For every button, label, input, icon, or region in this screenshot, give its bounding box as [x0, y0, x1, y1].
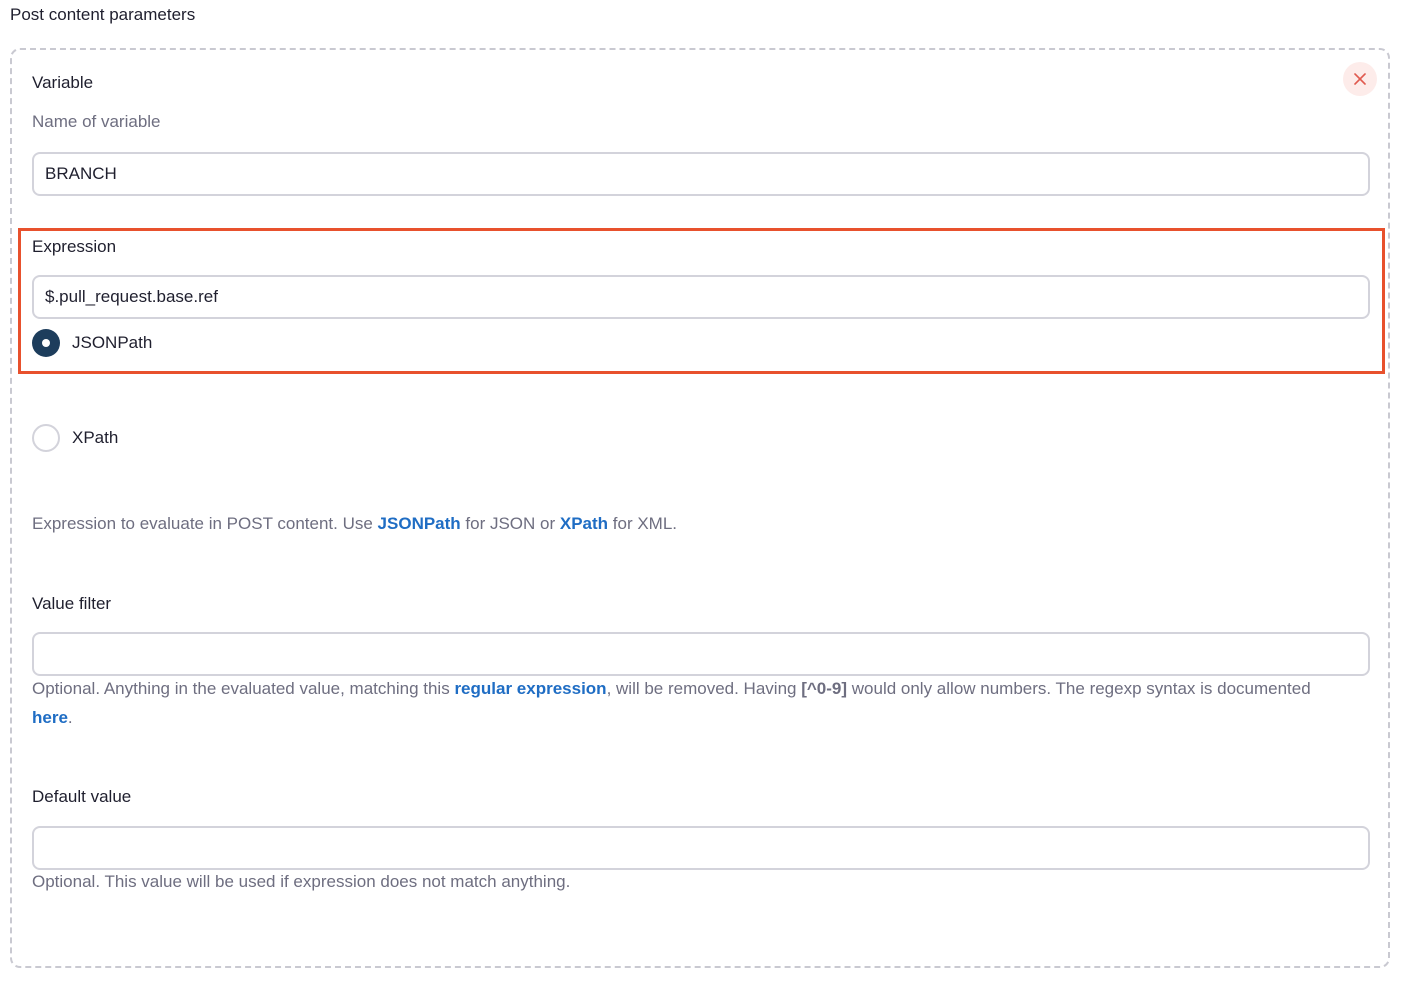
- jsonpath-link[interactable]: JSONPath: [378, 514, 461, 533]
- regexp-docs-link[interactable]: here: [32, 708, 68, 727]
- variable-label: Variable: [32, 73, 94, 92]
- regex-example: [^0-9]: [801, 679, 848, 698]
- expression-help-text-suffix: for XML.: [608, 514, 678, 533]
- xpath-link[interactable]: XPath: [560, 514, 608, 533]
- expression-help-text: Expression to evaluate in POST content. …: [32, 514, 378, 533]
- radio-xpath-label: XPath: [72, 428, 119, 447]
- radio-xpath[interactable]: XPath: [32, 424, 118, 452]
- expression-help: Expression to evaluate in POST content. …: [32, 514, 677, 534]
- value-filter-label: Value filter: [32, 594, 112, 613]
- delete-parameter-button[interactable]: [1343, 62, 1377, 96]
- value-filter-help-text-4: .: [67, 708, 73, 727]
- value-filter-input[interactable]: [32, 632, 1370, 676]
- close-icon: [1354, 73, 1366, 85]
- default-value-input[interactable]: [32, 826, 1370, 870]
- default-value-help: Optional. This value will be used if exp…: [32, 872, 571, 891]
- value-filter-help-text-3: would only allow numbers. The regexp syn…: [847, 679, 1311, 698]
- expression-help-text-middle: for JSON or: [460, 514, 560, 533]
- radio-unchecked-icon: [32, 424, 60, 452]
- expression-input[interactable]: [32, 275, 1370, 319]
- post-content-parameters-page: Post content parameters Variable Name of…: [0, 0, 1408, 985]
- expression-label: Expression: [32, 237, 117, 256]
- value-filter-help: Optional. Anything in the evaluated valu…: [32, 674, 1332, 732]
- value-filter-help-text: Optional. Anything in the evaluated valu…: [32, 679, 455, 698]
- variable-description: Name of variable: [32, 112, 161, 131]
- radio-jsonpath-label: JSONPath: [72, 333, 153, 352]
- default-value-label: Default value: [32, 787, 132, 806]
- variable-input[interactable]: [32, 152, 1370, 196]
- radio-jsonpath[interactable]: JSONPath: [32, 329, 152, 357]
- radio-checked-icon: [32, 329, 60, 357]
- value-filter-help-text-2: , will be removed. Having: [606, 679, 802, 698]
- regular-expression-link[interactable]: regular expression: [454, 679, 606, 698]
- section-title: Post content parameters: [10, 5, 196, 24]
